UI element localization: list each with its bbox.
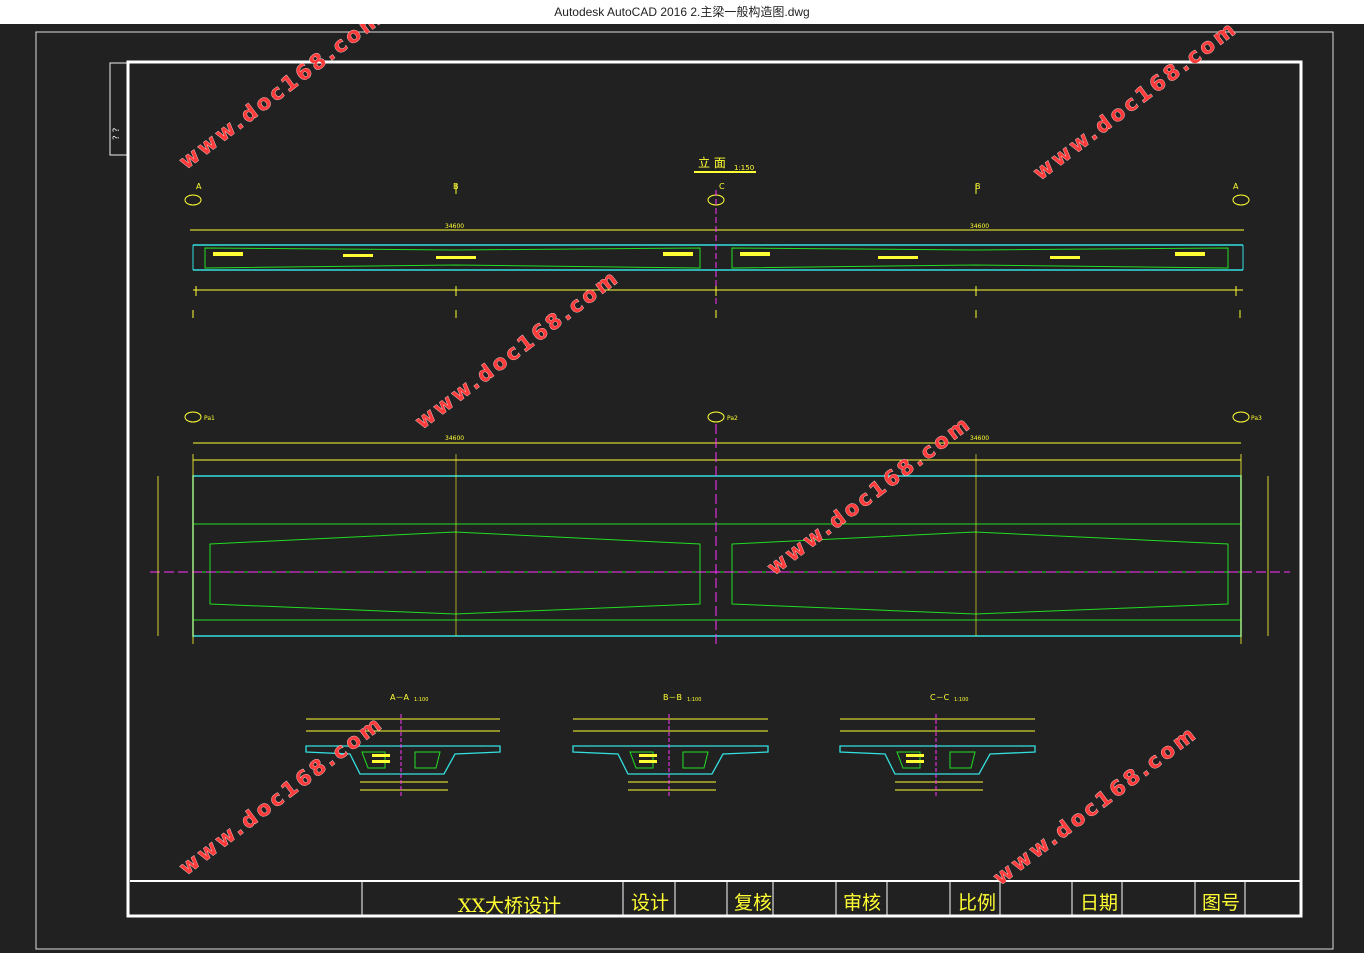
side-tag-frame (109, 62, 128, 156)
watermarks: www.doc168.com www.doc168.com www.doc168… (174, 24, 1243, 890)
drawing-number-label: 图号 (1202, 892, 1240, 914)
plan-view: Pa1 Pa2 Pa3 34600 34600 (150, 411, 1290, 644)
section-aa-title: A－A (390, 693, 409, 702)
scale-label: 比例 (958, 892, 996, 914)
review-label: 复核 (734, 892, 772, 914)
section-bb-scale: 1:100 (687, 697, 701, 703)
section-cc-title: C－C (930, 693, 950, 702)
elevation-view: 立 面 1:150 A B C B A 34600 34600 (184, 155, 1250, 318)
cad-drawing: ? ? 立 面 1:150 A B C B A 34600 34600 (35, 24, 1334, 950)
sheet-outer-frame (35, 31, 1334, 950)
pier-label-2: Pa2 (727, 415, 738, 422)
approve-label: 审核 (843, 892, 881, 914)
watermark-5: www.doc168.com (175, 711, 389, 880)
plan-dim-right: 34600 (970, 435, 989, 442)
section-cc-scale: 1:100 (954, 697, 968, 703)
drawing-canvas[interactable]: ? ? 立 面 1:150 A B C B A 34600 34600 (0, 24, 1364, 953)
title-block: XX大桥设计 设计 复核 审核 比例 日期 图号 (130, 880, 1300, 917)
side-tag-text: ? ? (112, 127, 122, 140)
window-title: Autodesk AutoCAD 2016 2.主梁一般构造图.dwg (0, 0, 1364, 24)
elevation-title: 立 面 (698, 155, 726, 170)
watermark-1: www.doc168.com (175, 24, 389, 174)
pier-label-1: Pa1 (204, 415, 215, 422)
section-label-a: A (196, 182, 202, 191)
section-aa-scale: 1:100 (414, 697, 428, 703)
elevation-scale: 1:150 (734, 164, 754, 172)
plan-dim-left: 34600 (445, 435, 464, 442)
pier-label-3: Pa3 (1251, 415, 1262, 422)
section-label-c: C (719, 182, 725, 191)
project-name: XX大桥设计 (458, 895, 561, 917)
section-label-a2: A (1233, 182, 1239, 191)
section-bb-title: B－B (663, 693, 682, 702)
watermark-4: www.doc168.com (763, 411, 977, 580)
cross-sections: A－A 1:100 B－B 1:100 C－C 1:100 (305, 693, 1036, 796)
date-label: 日期 (1080, 892, 1118, 914)
watermark-2: www.doc168.com (1029, 24, 1243, 185)
elev-dim-right: 34600 (970, 223, 989, 230)
elev-dim-left: 34600 (445, 223, 464, 230)
design-label: 设计 (631, 892, 669, 914)
